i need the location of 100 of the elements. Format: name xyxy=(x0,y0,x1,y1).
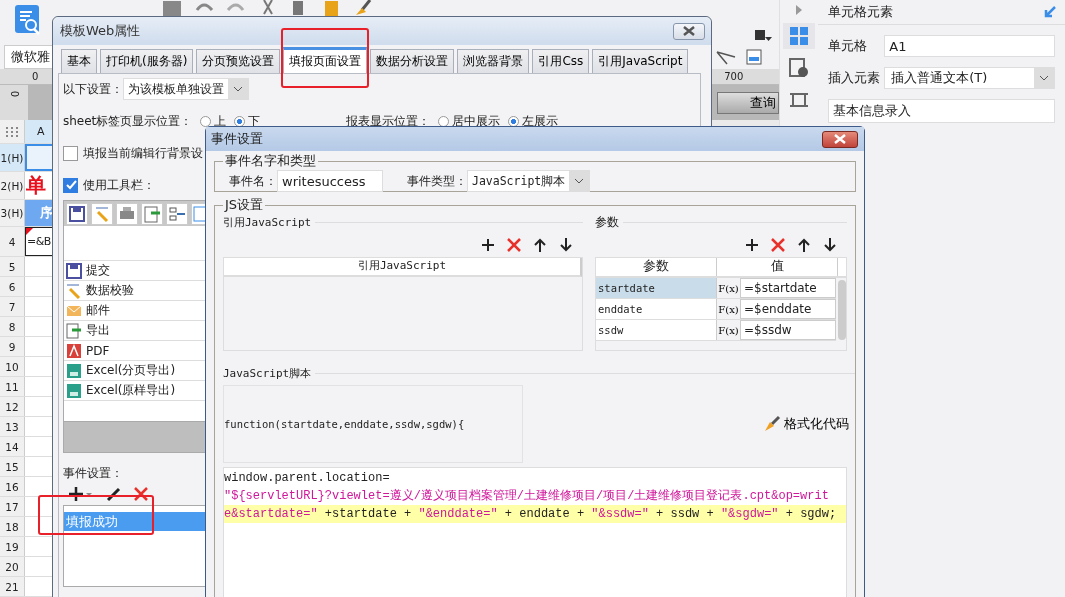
row-header[interactable]: 14 xyxy=(0,437,25,456)
row-header[interactable]: 13 xyxy=(0,417,25,436)
checkbox[interactable] xyxy=(63,145,78,161)
delete-icon[interactable] xyxy=(771,238,785,252)
brush-icon xyxy=(763,415,781,433)
chevron-down-icon xyxy=(574,178,585,184)
value-field[interactable]: =$startdate xyxy=(740,278,836,298)
row-header[interactable]: 19 xyxy=(0,537,25,556)
tab[interactable]: 数据分析设置 xyxy=(370,49,455,73)
close-button[interactable] xyxy=(822,130,858,148)
move-down-icon[interactable] xyxy=(823,238,837,252)
printer-icon[interactable] xyxy=(116,202,138,225)
table-cell[interactable]: ssdw xyxy=(596,320,716,340)
row-header[interactable]: 7 xyxy=(0,297,25,316)
export-icon xyxy=(66,322,82,339)
checkbox[interactable] xyxy=(63,177,78,193)
tab[interactable]: 引用Css xyxy=(532,49,590,73)
value-field[interactable]: =$enddate xyxy=(740,299,836,319)
cell-field[interactable]: A1 xyxy=(884,35,1055,57)
move-up-icon[interactable] xyxy=(533,238,547,252)
move-down-icon[interactable] xyxy=(559,238,573,252)
brush-icon[interactable] xyxy=(354,0,374,16)
row-header[interactable]: 2(H) xyxy=(0,172,25,199)
table-cell[interactable]: enddate xyxy=(596,299,716,319)
export-icon[interactable] xyxy=(141,202,163,225)
ruler-label: 700 xyxy=(724,71,744,83)
event-name-field[interactable]: writesuccess xyxy=(277,170,383,192)
row-header[interactable]: 17 xyxy=(0,497,25,516)
scope-dropdown[interactable]: 为该模板单独设置 xyxy=(123,78,249,100)
radio-button[interactable] xyxy=(200,115,212,127)
grid-icon xyxy=(789,26,810,46)
radio-label: 左展示 xyxy=(522,112,559,130)
arrow-icon[interactable] xyxy=(1043,5,1057,19)
section-title: JavaScript脚本 xyxy=(223,365,312,381)
window-title: 模板Web属性 xyxy=(60,22,141,40)
save-icon[interactable] xyxy=(66,202,88,225)
field-label: 以下设置： xyxy=(63,80,123,98)
event-type-dropdown[interactable]: JavaScript脚本 xyxy=(467,170,591,192)
group-title: JS设置 xyxy=(223,196,265,214)
row-header[interactable]: 16 xyxy=(0,477,25,496)
close-button[interactable] xyxy=(673,22,705,40)
row-header[interactable]: 12 xyxy=(0,397,25,416)
add-icon[interactable] xyxy=(745,238,759,252)
layout-icon[interactable] xyxy=(166,202,188,225)
field-label: 单元格 xyxy=(828,37,869,55)
code-line: window.parent.location= xyxy=(224,470,391,487)
row-header[interactable]: 9 xyxy=(0,337,25,356)
select-all-icon[interactable] xyxy=(6,126,18,137)
add-icon[interactable] xyxy=(69,486,93,502)
line-icon[interactable] xyxy=(715,48,738,65)
add-icon[interactable] xyxy=(481,238,495,252)
row-header[interactable]: 10 xyxy=(0,357,25,376)
pencil-icon[interactable] xyxy=(105,486,121,502)
move-up-icon[interactable] xyxy=(797,238,811,252)
checkbox-label: 使用工具栏： xyxy=(83,176,155,194)
field-label: 事件名： xyxy=(229,172,277,190)
tab[interactable]: 引用JavaScript xyxy=(592,49,689,73)
row-header[interactable]: 21 xyxy=(0,577,25,596)
row-header[interactable]: 8 xyxy=(0,317,25,336)
table-cell[interactable]: startdate xyxy=(596,278,716,298)
delete-icon[interactable] xyxy=(507,238,521,252)
query-button[interactable]: 查询 xyxy=(717,91,780,114)
chevron-down-icon xyxy=(233,86,243,92)
content-field[interactable]: 基本信息录入 xyxy=(828,99,1055,123)
row-header[interactable]: 18 xyxy=(0,517,25,536)
tab[interactable]: 打印机(服务器) xyxy=(100,49,194,73)
report-preview-icon[interactable] xyxy=(14,4,42,36)
field-label: 事件类型： xyxy=(407,172,467,190)
code-editor[interactable]: window.parent.location= "${servletURL}?viewlet=遵义/遵义项目档案管理/土建维修项目/项目/土建维修项目登记表.cpt&op=writ e&startdate=" +startdate + "&enddate=" + enddate + "&ssdw=" + ssdw + "&sgdw=" + sgdw; xyxy=(223,467,847,597)
format-code-button[interactable]: 格式化代码 xyxy=(763,415,849,433)
grid-tab[interactable] xyxy=(783,23,816,49)
row-header[interactable]: 6 xyxy=(0,277,25,296)
tab[interactable]: 浏览器背景 xyxy=(457,49,530,73)
row-header[interactable]: 15 xyxy=(0,457,25,476)
tab[interactable]: 填报页面设置 xyxy=(283,47,368,73)
column-header: 参数 xyxy=(596,258,717,276)
radio-label: 下 xyxy=(248,112,261,130)
row-header[interactable]: 5 xyxy=(0,257,25,276)
row-header[interactable]: 4 xyxy=(0,227,25,256)
row-header[interactable]: 11 xyxy=(0,377,25,396)
row-header[interactable]: 3(H) xyxy=(0,200,25,226)
close-icon xyxy=(682,26,696,36)
save-icon[interactable] xyxy=(162,0,182,16)
tab[interactable]: 基本 xyxy=(61,49,97,73)
formula-button[interactable]: F(x) xyxy=(716,299,740,319)
delete-icon[interactable] xyxy=(133,486,149,502)
row-header[interactable]: 20 xyxy=(0,557,25,576)
corner-mark-icon xyxy=(26,228,33,235)
formula-button[interactable]: F(x) xyxy=(716,320,740,340)
row-header[interactable]: 1(H) xyxy=(0,144,25,171)
tab[interactable]: 分页预览设置 xyxy=(196,49,281,73)
value-field[interactable]: =$ssdw xyxy=(740,320,836,340)
field-label: 报表显示位置： xyxy=(346,112,431,130)
insert-dropdown[interactable]: 插入普通文本(T) xyxy=(884,67,1055,89)
formula-button[interactable]: F(x) xyxy=(716,278,740,298)
scrollbar[interactable] xyxy=(838,280,846,340)
field-label: 插入元素 xyxy=(828,69,882,87)
fill-icon[interactable] xyxy=(753,28,774,44)
code-line: "${servletURL}?viewlet=遵义/遵义项目档案管理/土建维修项目/项目/土建维修项目登记表.cpt&op=writ xyxy=(224,488,830,505)
column-header: 引用JavaScript xyxy=(224,258,582,277)
